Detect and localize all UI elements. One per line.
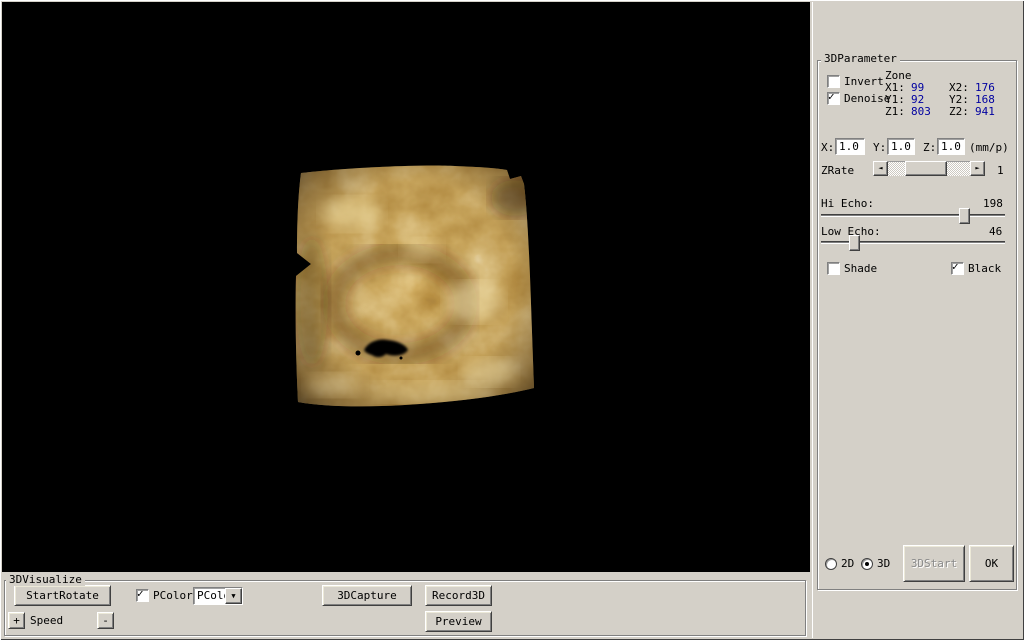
speed-label: Speed bbox=[30, 615, 63, 627]
parameter-group-title: 3DParameter bbox=[821, 53, 900, 65]
invert-checkbox[interactable]: ✓ Invert bbox=[827, 75, 884, 88]
checkbox-box: ✓ bbox=[827, 92, 840, 105]
zone-z2-value: 941 bbox=[975, 106, 995, 118]
shade-checkbox[interactable]: ✓ Shade bbox=[827, 262, 877, 275]
low-echo-slider-thumb[interactable] bbox=[849, 235, 860, 251]
mode-3d-radio[interactable]: 3D bbox=[861, 558, 890, 570]
volume-render bbox=[2, 2, 810, 572]
checkbox-box: ✓ bbox=[951, 262, 964, 275]
record-3d-button[interactable]: Record3D bbox=[425, 585, 492, 606]
mode-2d-radio[interactable]: 2D bbox=[825, 558, 854, 570]
slider-track bbox=[821, 214, 1005, 216]
start-rotate-button[interactable]: StartRotate bbox=[14, 585, 111, 606]
zrate-value: 1 bbox=[997, 165, 1004, 177]
pcolor-dropdown[interactable]: PColor ▼ bbox=[193, 587, 243, 605]
check-icon: ✓ bbox=[952, 261, 959, 272]
scroll-right-icon: ► bbox=[975, 165, 979, 172]
checkbox-box: ✓ bbox=[827, 262, 840, 275]
scale-z-input[interactable] bbox=[937, 138, 965, 155]
zone-z1-value: 803 bbox=[911, 106, 931, 118]
radio-circle bbox=[825, 558, 837, 570]
dropdown-button[interactable]: ▼ bbox=[225, 588, 242, 604]
speed-minus-button[interactable]: - bbox=[97, 612, 114, 629]
scale-z-label: Z: bbox=[923, 142, 936, 154]
black-checkbox[interactable]: ✓ Black bbox=[951, 262, 1001, 275]
zrate-label: ZRate bbox=[821, 165, 854, 177]
hi-echo-slider[interactable] bbox=[821, 208, 1005, 222]
denoise-checkbox[interactable]: ✓ Denoise bbox=[827, 92, 890, 105]
dropdown-arrow-icon: ▼ bbox=[231, 593, 235, 600]
check-icon: ✓ bbox=[828, 91, 835, 102]
start-3d-button[interactable]: 3DStart bbox=[903, 545, 965, 582]
zone-z2-label: Z2: bbox=[949, 106, 969, 118]
visualize-panel: 3DVisualize StartRotate ✓ PColor PColor … bbox=[2, 572, 810, 638]
parameter-panel: 3DParameter ✓ Invert ✓ Denoise Zone X1: … bbox=[812, 2, 1023, 638]
scroll-left-button[interactable]: ◄ bbox=[873, 161, 888, 176]
speed-plus-button[interactable]: + bbox=[8, 612, 25, 629]
zone-z1-label: Z1: bbox=[885, 106, 905, 118]
low-echo-slider[interactable] bbox=[821, 235, 1005, 249]
check-icon: ✓ bbox=[137, 588, 144, 599]
scale-unit-label: (mm/p) bbox=[969, 142, 1009, 154]
scale-x-label: X: bbox=[821, 142, 834, 154]
scroll-right-button[interactable]: ► bbox=[970, 161, 985, 176]
scale-x-input[interactable] bbox=[835, 138, 865, 155]
render-viewport[interactable] bbox=[2, 2, 810, 572]
pcolor-label: PColor bbox=[153, 590, 193, 602]
capture-3d-button[interactable]: 3DCapture bbox=[322, 585, 412, 606]
mode-2d-label: 2D bbox=[841, 558, 854, 570]
zrate-scrollbar[interactable]: ◄ ► bbox=[873, 161, 985, 176]
ok-button[interactable]: OK bbox=[969, 545, 1014, 582]
scroll-left-icon: ◄ bbox=[878, 165, 882, 172]
preview-button[interactable]: Preview bbox=[425, 611, 492, 632]
mode-3d-label: 3D bbox=[877, 558, 890, 570]
radio-circle bbox=[861, 558, 873, 570]
checkbox-box: ✓ bbox=[827, 75, 840, 88]
shade-label: Shade bbox=[844, 263, 877, 275]
checkbox-box: ✓ bbox=[136, 589, 149, 602]
invert-label: Invert bbox=[844, 76, 884, 88]
pcolor-checkbox[interactable]: ✓ PColor bbox=[136, 589, 193, 602]
scroll-thumb[interactable] bbox=[905, 161, 947, 176]
black-label: Black bbox=[968, 263, 1001, 275]
denoise-label: Denoise bbox=[844, 93, 890, 105]
scale-y-label: Y: bbox=[873, 142, 886, 154]
hi-echo-slider-thumb[interactable] bbox=[959, 208, 970, 224]
visualize-group-title: 3DVisualize bbox=[6, 574, 85, 586]
app-window: 3DParameter ✓ Invert ✓ Denoise Zone X1: … bbox=[0, 0, 1024, 640]
scale-y-input[interactable] bbox=[887, 138, 915, 155]
